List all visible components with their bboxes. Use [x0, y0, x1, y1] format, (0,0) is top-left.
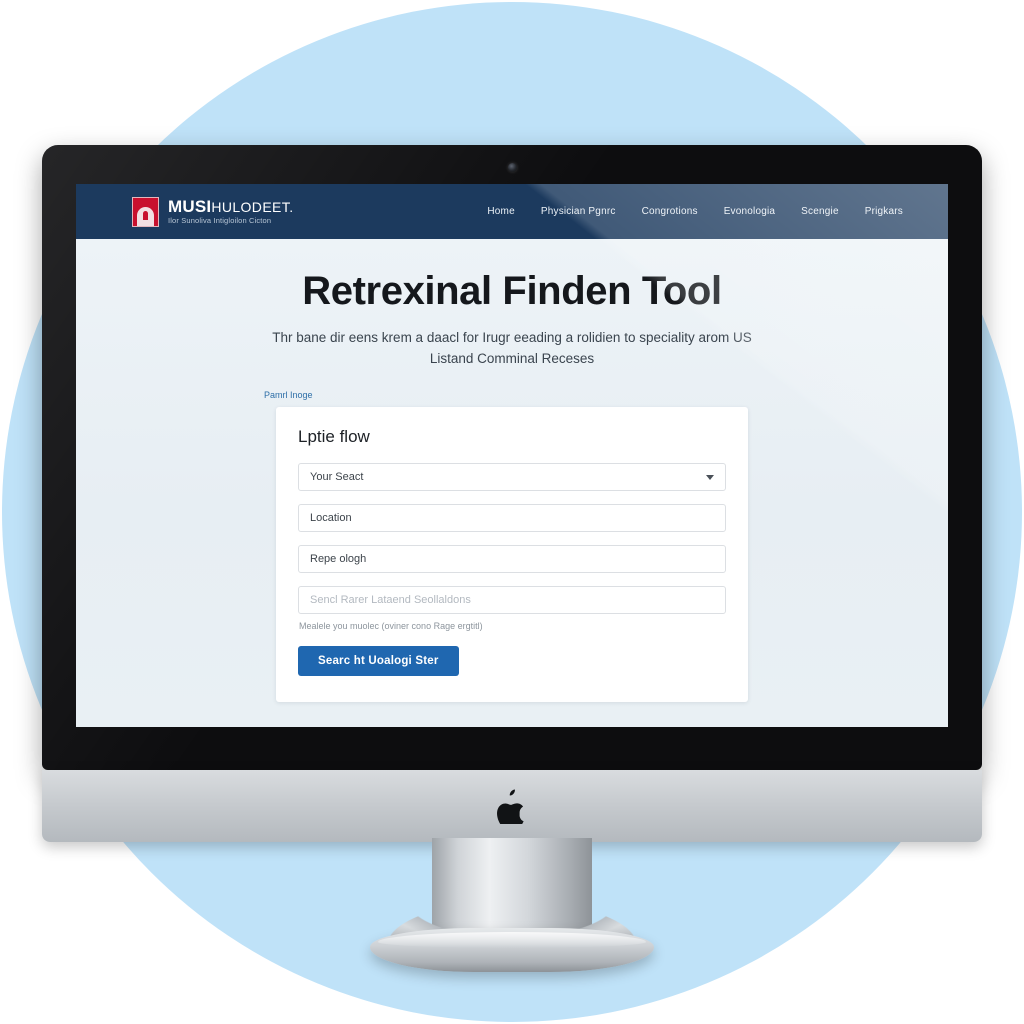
- page-content: Retrexinal Finden Tool Thr bane dir eens…: [76, 239, 948, 727]
- brand-text: MUSIHULODEET. Ilor Sunoliva Intigloilon …: [168, 196, 294, 226]
- helper-text: Mealele you muolec (oviner cono Rage erg…: [299, 620, 483, 631]
- panel-link[interactable]: Pamrl Inoge: [264, 390, 313, 400]
- brand-title: MUSIHULODEET.: [168, 196, 294, 216]
- card-heading: Lptie flow: [298, 426, 370, 446]
- nav-link-technologies[interactable]: Evonologia: [724, 206, 775, 217]
- monitor-stand-base-highlight: [378, 932, 646, 948]
- specialty-text-input-value: Repe ologh: [310, 552, 367, 565]
- keyword-input[interactable]: Sencl Rarer Lataend Seollaldons: [298, 585, 726, 614]
- location-input-value: Location: [310, 511, 352, 524]
- search-button[interactable]: Searc ht Uoalogi Ster: [298, 645, 459, 676]
- specialty-select-value: Your Seact: [310, 470, 364, 483]
- page-title: Retrexinal Finden Tool: [302, 269, 722, 313]
- specialty-select[interactable]: Your Seact: [298, 462, 726, 491]
- brand-title-light: HULODEET.: [211, 198, 294, 215]
- page-subtitle: Thr bane dir eens krem a daacl for Irugr…: [272, 330, 752, 366]
- keyword-input-placeholder: Sencl Rarer Lataend Seollaldons: [310, 593, 471, 606]
- scene: MUSIHULODEET. Ilor Sunoliva Intigloilon …: [0, 0, 1024, 1024]
- shield-emblem-icon: [132, 196, 159, 227]
- site-navbar: MUSIHULODEET. Ilor Sunoliva Intigloilon …: [76, 184, 948, 239]
- nav-link-schedule[interactable]: Scengie: [801, 206, 839, 217]
- monitor-bezel: MUSIHULODEET. Ilor Sunoliva Intigloilon …: [42, 145, 982, 770]
- brand-logo[interactable]: MUSIHULODEET. Ilor Sunoliva Intigloilon …: [132, 196, 294, 227]
- search-form-card: Lptie flow Your Seact Location Repe olog…: [276, 406, 748, 702]
- apple-logo-icon: [497, 788, 527, 829]
- brand-title-bold: MUSI: [168, 196, 212, 216]
- specialty-text-input[interactable]: Repe ologh: [298, 544, 726, 573]
- nav-link-physician[interactable]: Physician Pgnrc: [541, 206, 616, 217]
- nav-link-programs[interactable]: Prigkars: [865, 206, 903, 217]
- nav-link-home[interactable]: Home: [487, 206, 514, 217]
- chevron-down-icon: [706, 474, 714, 480]
- nav-links: Home Physician Pgnrc Congrotions Evonolo…: [487, 206, 903, 217]
- webcam-icon: [507, 163, 517, 172]
- monitor-chin: [42, 770, 982, 842]
- brand-subtitle: Ilor Sunoliva Intigloilon Cicton: [168, 216, 272, 226]
- nav-link-conditions[interactable]: Congrotions: [642, 206, 698, 217]
- screen: MUSIHULODEET. Ilor Sunoliva Intigloilon …: [76, 184, 948, 727]
- location-input[interactable]: Location: [298, 503, 726, 532]
